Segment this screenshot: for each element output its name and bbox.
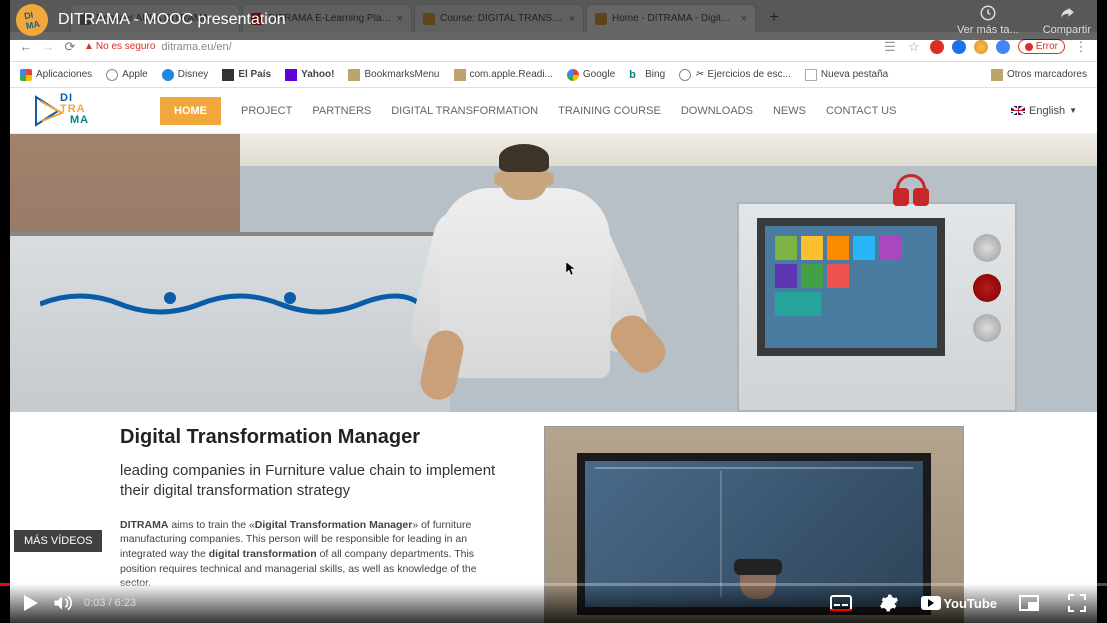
person-illustration [410,144,640,412]
site-logo[interactable]: DI TRA MA [30,91,110,131]
extension-icon[interactable] [952,40,966,54]
not-secure-warning[interactable]: ▲ No es seguro [84,41,155,52]
article-lead: leading companies in Furniture value cha… [120,461,510,502]
hero-banner [10,134,1097,412]
share-button[interactable]: Compartir [1043,4,1091,36]
control-panel [737,202,1017,412]
captions-button[interactable] [825,587,857,619]
cursor-icon [566,262,576,276]
extension-icon[interactable] [996,40,1010,54]
nav-news[interactable]: NEWS [773,105,806,117]
more-videos-button[interactable]: MÁS VÍDEOS [14,530,102,552]
error-badge[interactable]: Error [1018,39,1065,54]
share-icon [1058,4,1076,22]
progress-bar[interactable] [0,583,1107,586]
flag-icon [1011,106,1025,115]
channel-avatar[interactable]: DIMA [13,1,50,38]
youtube-controls: 0:03 / 6:23 YouTube [0,583,1107,623]
other-bookmarks[interactable]: Otros marcadores [991,69,1087,81]
clock-icon [979,4,997,22]
reader-icon[interactable]: ☰ [882,39,898,55]
youtube-logo-button[interactable]: YouTube [921,596,997,611]
reload-icon[interactable]: ⟳ [62,39,78,55]
back-icon[interactable]: ← [18,39,34,55]
nav-partners[interactable]: PARTNERS [312,105,371,117]
watch-later-button[interactable]: Ver más ta... [957,4,1019,36]
apps-button[interactable]: Aplicaciones [20,69,92,81]
fullscreen-button[interactable] [1061,587,1093,619]
forward-icon[interactable]: → [40,39,56,55]
bookmark-item[interactable]: Google [567,69,615,81]
miniplayer-button[interactable] [1013,587,1045,619]
menu-icon[interactable]: ⋮ [1073,39,1089,55]
star-icon[interactable]: ☆ [906,39,922,55]
url-text[interactable]: ditrama.eu/en/ [161,41,231,53]
chevron-down-icon: ▼ [1069,106,1077,115]
extension-icon[interactable] [930,40,944,54]
time-display: 0:03 / 6:23 [84,597,136,609]
site-navigation: DI TRA MA HOME PROJECT PARTNERS DIGITAL … [10,88,1097,134]
headphones-icon [893,174,929,210]
bookmark-item[interactable]: Nueva pestaña [805,69,888,81]
bookmarks-bar: Aplicaciones Apple Disney El País Yahoo!… [10,62,1097,88]
settings-button[interactable] [873,587,905,619]
language-selector[interactable]: English ▼ [1011,105,1077,117]
bookmark-item[interactable]: El País [222,69,271,81]
youtube-header: DIMA DITRAMA - MOOC presentation Ver más… [0,0,1107,40]
nav-training-course[interactable]: TRAINING COURSE [558,105,661,117]
bookmark-item[interactable]: BookmarksMenu [348,69,439,81]
article-heading: Digital Transformation Manager [120,426,510,449]
article-body: DITRAMA aims to train the «Digital Trans… [120,518,510,591]
bookmark-item[interactable]: ✂Ejercicios de esc... [679,69,791,81]
volume-button[interactable] [46,587,78,619]
bookmark-item[interactable]: Yahoo! [285,69,334,81]
bookmark-item[interactable]: Apple [106,69,148,81]
video-title: DITRAMA - MOOC presentation [58,11,286,29]
nav-digital-transformation[interactable]: DIGITAL TRANSFORMATION [391,105,538,117]
nav-contact-us[interactable]: CONTACT US [826,105,897,117]
bookmark-item[interactable]: bBing [629,69,665,81]
nav-project[interactable]: PROJECT [241,105,292,117]
bookmark-item[interactable]: com.apple.Readi... [454,69,553,81]
nav-home[interactable]: HOME [160,97,221,125]
extension-icon[interactable] [974,40,988,54]
nav-downloads[interactable]: DOWNLOADS [681,105,753,117]
video-content: Register AULA DITRAMA DIT...× DITRAMA E-… [10,0,1097,623]
play-button[interactable] [14,587,46,619]
bookmark-item[interactable]: Disney [162,69,209,81]
